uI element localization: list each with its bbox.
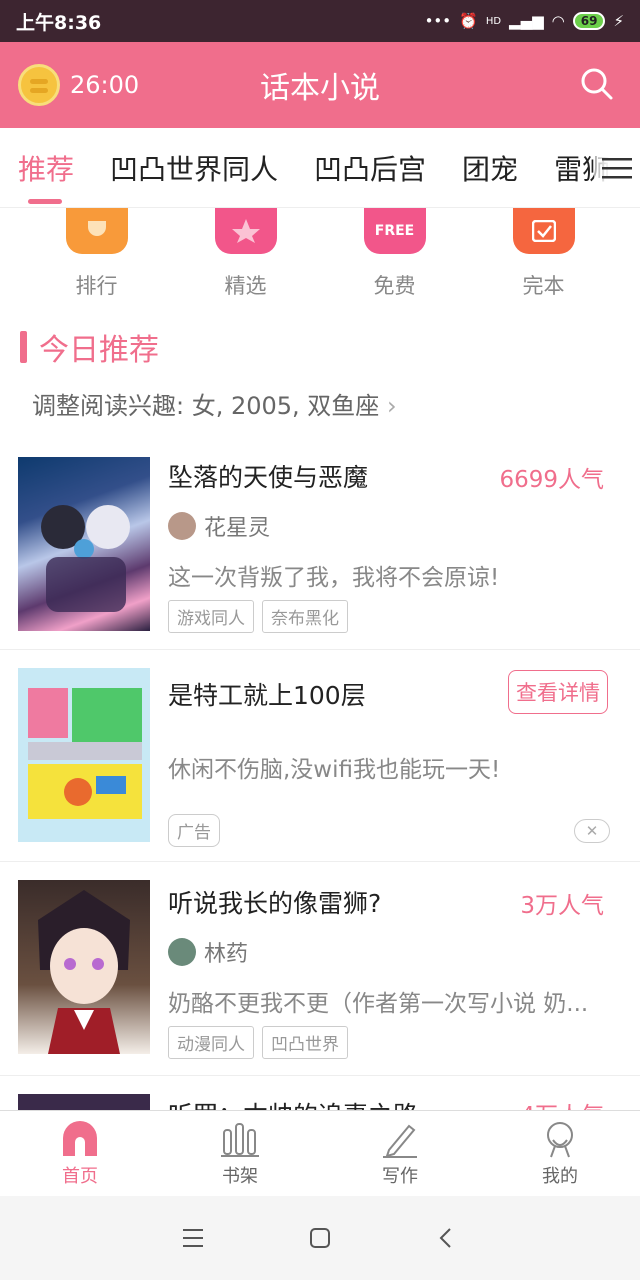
tag[interactable]: 游戏同人	[168, 600, 254, 633]
category-tabs: 推荐 凹凸世界同人 凹凸后宫 团宠 雷狮	[0, 128, 640, 208]
coin-timer-icon	[18, 64, 60, 106]
status-icons: ••• ⏰ HD ▂▄▆ ◠ 69 ⚡	[425, 12, 624, 30]
book-card[interactable]: 听说我长的像雷狮? 3万人气 林药 奶酪不更我不更（作者第一次写小说 奶... …	[0, 862, 640, 1076]
nav-label: 写作	[382, 1165, 418, 1187]
ad-title: 是特工就上100层	[168, 681, 366, 710]
view-details-button[interactable]: 查看详情	[508, 670, 608, 714]
nav-bookshelf[interactable]: 书架	[160, 1111, 320, 1196]
ad-art	[28, 688, 142, 819]
book-title: 坠落的天使与恶魔	[168, 463, 369, 492]
search-icon[interactable]	[580, 67, 614, 101]
book-description: 这一次背叛了我，我将不会原谅!	[168, 565, 500, 591]
author-avatar	[168, 512, 196, 540]
interest-text: 调整阅读兴趣: 女, 2005, 双鱼座	[32, 392, 380, 420]
status-time: 上午8:36	[16, 11, 102, 34]
quick-links: 排行 精选 FREE 免费 完本	[0, 208, 640, 308]
menu-icon[interactable]	[181, 1227, 205, 1249]
book-card[interactable]: 坠落的天使与恶魔 6699人气 花星灵 这一次背叛了我，我将不会原谅! 游戏同人…	[0, 440, 640, 650]
nav-write[interactable]: 写作	[320, 1111, 480, 1196]
reading-timer[interactable]: 26:00	[18, 64, 218, 106]
system-nav-bar	[0, 1196, 640, 1280]
close-ad-icon[interactable]: ✕	[574, 819, 610, 843]
quick-free[interactable]: FREE 免费	[335, 208, 455, 308]
tab-aotu-world[interactable]: 凹凸世界同人	[92, 128, 296, 207]
cover-art	[38, 890, 130, 1054]
ad-description: 休闲不伤脑,没wifi我也能玩一天!	[168, 757, 501, 783]
cover-art	[41, 505, 130, 612]
free-badge: FREE	[374, 223, 415, 239]
free-icon: FREE	[363, 208, 426, 254]
ad-badge: 广告	[168, 814, 220, 847]
book-card[interactable]: 听罢：本帅的追妻之路 4万人气	[0, 1076, 640, 1110]
home-icon	[63, 1120, 97, 1156]
tab-menu-icon[interactable]	[594, 128, 640, 207]
section-title: 今日推荐	[20, 325, 159, 369]
profile-icon	[547, 1121, 573, 1157]
tag[interactable]: 动漫同人	[168, 1026, 254, 1059]
quick-label: 排行	[75, 274, 118, 298]
author-name: 林药	[204, 942, 249, 967]
charging-icon: ⚡	[613, 12, 624, 30]
trophy-icon	[65, 208, 128, 254]
tab-recommend[interactable]: 推荐	[0, 128, 92, 207]
timer-value: 26:00	[70, 71, 140, 99]
hamburger-icon	[602, 158, 632, 179]
tag[interactable]: 奈布黑化	[262, 600, 348, 633]
app-header: 26:00 话本小说	[0, 42, 640, 128]
author-name: 花星灵	[204, 516, 271, 541]
pencil-icon	[383, 1124, 417, 1158]
book-cover	[18, 880, 150, 1054]
tag-list: 游戏同人 奈布黑化	[168, 600, 348, 633]
nav-label: 书架	[222, 1165, 258, 1187]
check-icon	[512, 208, 575, 254]
book-cover	[18, 457, 150, 631]
status-bar: 上午8:36 ••• ⏰ HD ▂▄▆ ◠ 69 ⚡	[0, 0, 640, 42]
nav-label: 我的	[542, 1165, 578, 1187]
back-icon[interactable]	[435, 1226, 459, 1250]
ad-image	[18, 668, 150, 842]
home-square-icon[interactable]	[308, 1226, 332, 1250]
section-title-text: 今日推荐	[39, 333, 159, 368]
nav-profile[interactable]: 我的	[480, 1111, 640, 1196]
popularity: 4万人气	[520, 1096, 604, 1110]
alarm-icon: ⏰	[459, 12, 478, 30]
book-description: 奶酪不更我不更（作者第一次写小说 奶...	[168, 991, 589, 1017]
book-cover	[18, 1094, 150, 1110]
book-title: 听说我长的像雷狮?	[168, 889, 382, 918]
ad-card[interactable]: 是特工就上100层 查看详情 休闲不伤脑,没wifi我也能玩一天! 广告 ✕	[0, 650, 640, 862]
quick-label: 免费	[373, 274, 416, 298]
signal-label: HD	[485, 15, 502, 27]
star-icon	[214, 208, 277, 254]
bookshelf-icon	[221, 1122, 259, 1157]
signal-icon: ▂▄▆	[509, 12, 544, 30]
popularity: 3万人气	[520, 893, 604, 919]
battery-icon: 69	[572, 12, 606, 30]
tab-aotu-harem[interactable]: 凹凸后宫	[296, 128, 444, 207]
section-accent-bar	[20, 331, 27, 363]
quick-label: 完本	[522, 274, 565, 298]
more-dots-icon: •••	[424, 12, 452, 30]
tag-list: 动漫同人 凹凸世界	[168, 1026, 348, 1059]
chevron-right-icon: ›	[386, 392, 397, 420]
quick-completed[interactable]: 完本	[484, 208, 604, 308]
popularity: 6699人气	[499, 467, 604, 493]
author[interactable]: 林药	[168, 936, 248, 968]
quick-featured[interactable]: 精选	[186, 208, 306, 308]
quick-label: 精选	[224, 274, 267, 298]
author-avatar	[168, 938, 196, 966]
book-title: 听罢：本帅的追妻之路	[168, 1096, 418, 1110]
bottom-nav: 首页 书架 写作 我的	[0, 1110, 640, 1196]
tab-tuanchong[interactable]: 团宠	[444, 128, 536, 207]
tag-list: 广告	[168, 814, 220, 847]
nav-label: 首页	[62, 1165, 98, 1187]
quick-ranking[interactable]: 排行	[37, 208, 157, 308]
nav-home[interactable]: 首页	[0, 1111, 160, 1196]
reading-interest-link[interactable]: 调整阅读兴趣: 女, 2005, 双鱼座 ›	[32, 386, 397, 421]
author[interactable]: 花星灵	[168, 510, 270, 542]
tag[interactable]: 凹凸世界	[262, 1026, 348, 1059]
wifi-icon: ◠	[551, 12, 565, 30]
